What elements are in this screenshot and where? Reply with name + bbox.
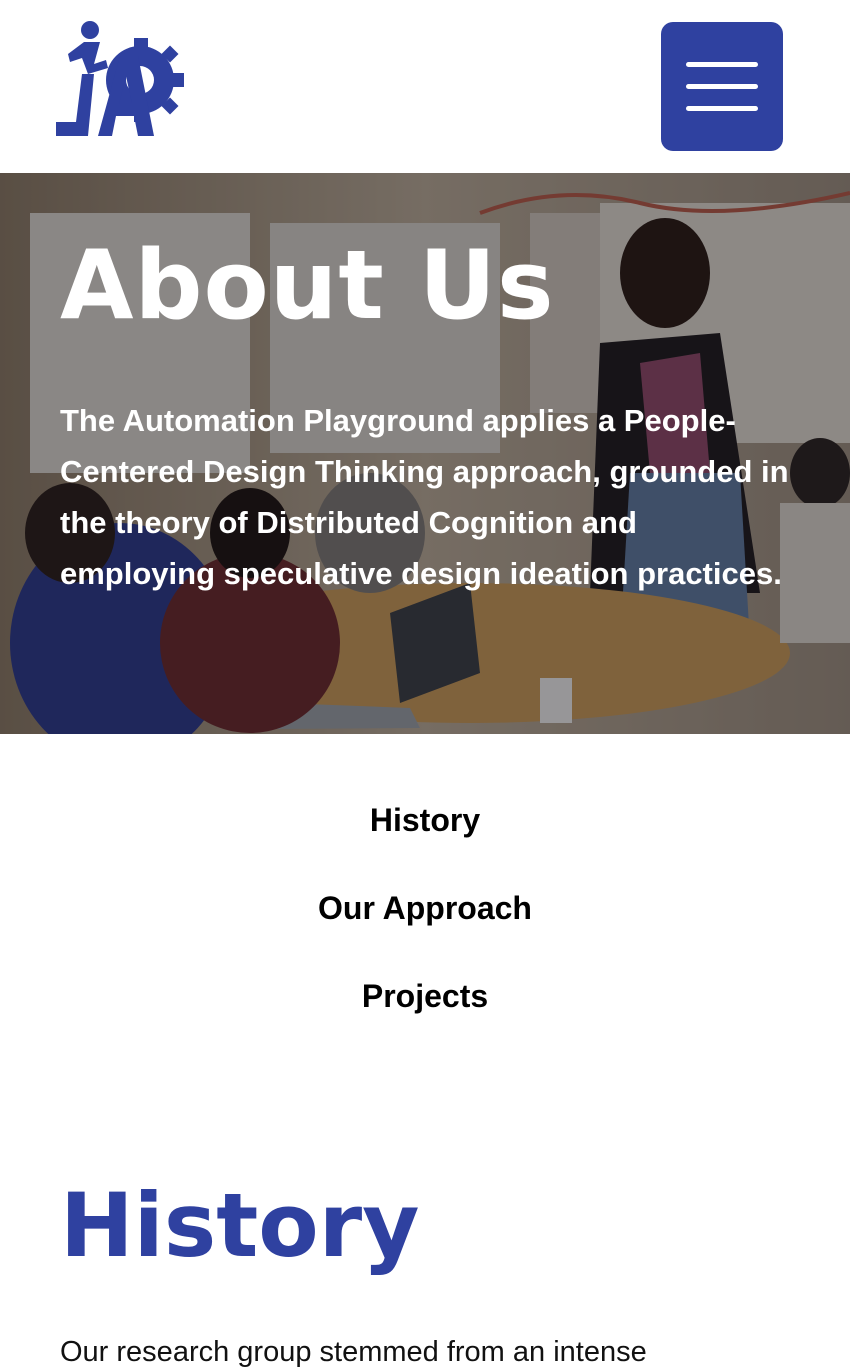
site-header (0, 0, 850, 173)
section-nav: History Our Approach Projects (0, 800, 850, 1064)
hero-description: The Automation Playground applies a Peop… (60, 403, 789, 591)
automation-playground-logo-icon (56, 21, 184, 136)
page-title: About Us (60, 231, 555, 341)
hamburger-menu-icon (686, 84, 758, 89)
hero-section: About Us The Automation Playground appli… (0, 173, 850, 734)
section-link-history[interactable]: History (0, 800, 850, 840)
site-logo[interactable] (54, 18, 186, 140)
section-link-our-approach[interactable]: Our Approach (0, 888, 850, 928)
history-heading: History (60, 1174, 420, 1277)
menu-button[interactable] (661, 22, 783, 151)
hamburger-menu-icon (686, 106, 758, 111)
hamburger-menu-icon (686, 62, 758, 67)
history-body: Our research group stemmed from an inten… (60, 1336, 647, 1368)
section-link-projects[interactable]: Projects (0, 976, 850, 1016)
